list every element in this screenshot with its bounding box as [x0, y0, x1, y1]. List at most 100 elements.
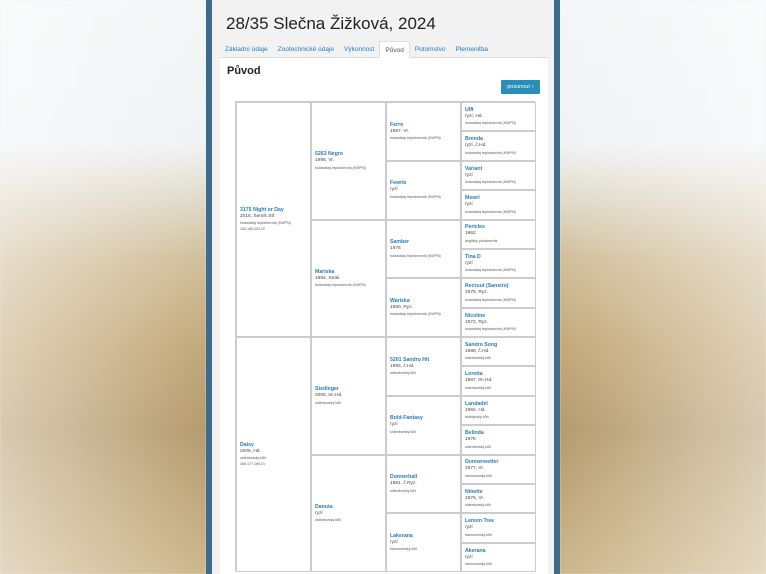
horse-breed: holandský teplokrevník (KWPN) [465, 180, 516, 185]
tab-pedigree[interactable]: Původ [379, 41, 410, 58]
horse-name-link[interactable]: Mewri [465, 195, 535, 202]
frame-edge-right [554, 0, 560, 574]
pedigree-cell: Stedinger 2000, tm.Hd. oldenburský kůň [311, 337, 386, 455]
section-heading: Původ [227, 65, 261, 77]
horse-name-link[interactable]: 3175 Night or Day [240, 207, 310, 214]
horse-measurements: 183,169,202,22 [240, 227, 265, 232]
pedigree-tree: 3175 Night or Day 2015, Šemík Stř. holands… [235, 101, 536, 572]
horse-name-link[interactable]: Mariska [315, 269, 385, 276]
pedigree-cell: Lakerana ryzí hannoverský kůň [386, 513, 461, 572]
horse-breed: holandský teplokrevník (KWPN) [390, 136, 441, 141]
horse-name-link[interactable]: 5201 Sandro Hit [390, 357, 460, 364]
tab-performance[interactable]: Výkonnost [339, 41, 379, 58]
pedigree-cell: Belinda 1976 oldenburský kůň [461, 425, 536, 455]
pedigree-cell: 5263 Negro 1995, Vr. holandský teplokrevní… [311, 102, 386, 220]
horse-breed: oldenburský kůň [465, 444, 492, 449]
pedigree-cell: Sandro Song 1988, č.Hd. oldenburský kůň [461, 337, 536, 367]
horse-breed: oldenburský kůň [315, 400, 342, 405]
horse-name-link[interactable]: Nicoline [465, 313, 535, 320]
horse-breed: holandský teplokrevník (KWPN) [465, 297, 516, 302]
pedigree-cell: Ninette 1976, Vr. oldenburský kůň [461, 483, 536, 514]
horse-breed: holštýnský kůň [465, 415, 489, 420]
horse-breed: oldenburský kůň [315, 518, 342, 522]
horse-name-link[interactable]: Belinda [465, 430, 535, 437]
pedigree-cell: Daisy 2005, Hd. oldenburský kůň 160,177,169… [236, 337, 311, 572]
horse-breed: holandský teplokrevník (KWPN) [465, 209, 516, 214]
pedigree-cell: Ferro 1987, Vr. holandský teplokrevník (KW… [386, 102, 461, 161]
tab-offspring[interactable]: Potomstvo [410, 41, 451, 58]
horse-name-link[interactable]: Ferro [390, 122, 460, 129]
pedigree-cell: Donnerhall 1981, č.Ryz. oldenburský kůň [386, 454, 461, 514]
tab-breeding[interactable]: Plemenitba [451, 41, 494, 58]
page-title: 28/35 Slečna Žižková, 2024 [226, 14, 436, 33]
horse-breed: hannoverský kůň [465, 562, 493, 567]
horse-name-link[interactable]: Variant [465, 166, 535, 173]
horse-breed: holandský teplokrevník (KWPN) [390, 253, 441, 258]
horse-name-link[interactable]: Ulft [465, 107, 535, 114]
pedigree-cell: Fewrie ryzí holandský teplokrevník (KWPN) [386, 160, 461, 220]
pedigree-cell: Nicoline 1972, Ryz. holandský teplokrevník… [461, 307, 536, 337]
horse-breed: holandský teplokrevník (KWPN) [390, 312, 441, 317]
pedigree-cell: Pericles 1962 anglický plnokrevník [461, 219, 536, 249]
pedigree-cell: Wariska 1980, Ryz. holandský teplokrevník … [386, 278, 461, 337]
tab-bar: Základní údaje Zootechnické údaje Výkonn… [220, 41, 548, 58]
pedigree-cell: Variant ryzí holandský teplokrevník (KWPN) [461, 160, 536, 191]
horse-breed: hannoverský kůň [465, 532, 493, 537]
horse-name-link[interactable]: Landadel [465, 401, 535, 408]
pedigree-cell: Mariska 1994, Strak holandský teplokrevník… [311, 219, 386, 337]
pedigree-cell: Samber 1976 holandský teplokrevník (KWPN) [386, 219, 461, 279]
horse-name-link[interactable]: Ninette [465, 489, 535, 496]
horse-breed: oldenburský kůň [390, 488, 417, 493]
pedigree-cell: Donnerwetter 1977, Vr. hannoverský kůň [461, 454, 536, 484]
pedigree-cell: Bold-Fantasy ryzí oldenburský kůň [386, 395, 461, 455]
pedigree-cell: Recruut (Sansiro) 1975, Ryz. holandský tep… [461, 278, 536, 308]
pedigree-cell: Landadel 1982, Hd. holštýnský kůň [461, 395, 536, 426]
horse-breed: hannoverský kůň [465, 473, 493, 478]
horse-breed: anglický plnokrevník [465, 238, 498, 243]
background-left [0, 0, 206, 574]
pedigree-cell: Brenda ryzí, č.Hd. holandský teplokrevník … [461, 131, 536, 161]
pedigree-cell: Danuta ryzí oldenburský kůň [311, 454, 386, 572]
pedigree-cell: 5201 Sandro Hit 1993, č.Hd. oldenburský ků… [386, 337, 461, 396]
horse-name-link[interactable]: 5263 Negro [315, 151, 385, 158]
pedigree-cell: 3175 Night or Day 2015, Šemík Stř. holands… [236, 102, 311, 337]
horse-measurements: 160,177,169,21 [240, 462, 265, 467]
horse-name-link[interactable]: Lakerana [390, 533, 460, 540]
horse-name-link[interactable]: Akerana [465, 548, 535, 555]
horse-name-link[interactable]: Daisy [240, 442, 310, 449]
horse-breed: oldenburský kůň [465, 356, 492, 361]
shift-button-label: posunout [507, 84, 530, 90]
horse-breed: oldenburský kůň [465, 385, 492, 390]
horse-breed: holandský teplokrevník (KWPN) [465, 327, 516, 332]
horse-name-link[interactable]: Bold-Fantasy [390, 415, 460, 422]
horse-name-link[interactable]: Lemon Tree [465, 518, 535, 525]
horse-breed: oldenburský kůň [390, 371, 417, 376]
horse-name-link[interactable]: Wariska [390, 298, 460, 305]
horse-breed: holandský teplokrevník (KWPN) [465, 121, 516, 126]
background-right [560, 0, 766, 574]
horse-name-link[interactable]: Stedinger [315, 386, 385, 393]
pedigree-cell: Ulft ryzí, Hd. holandský teplokrevník (KWP… [461, 102, 536, 132]
horse-breed: holandský teplokrevník (KWPN) [465, 268, 516, 273]
horse-breed: holandský teplokrevník (KWPN) [315, 283, 366, 287]
horse-name-link[interactable]: Tina D [465, 254, 535, 261]
pedigree-cell: Mewri ryzí holandský teplokrevník (KWPN) [461, 190, 536, 220]
horse-breed: hannoverský kůň [390, 547, 418, 552]
horse-breed: holandský teplokrevník (KWPN) [390, 194, 441, 199]
horse-name-link[interactable]: Danuta [315, 504, 385, 511]
pedigree-card: Původ posunout › 3175 Night or Day 2015, … [220, 58, 548, 574]
pedigree-cell: Loretta 1987, tm.Hd. oldenburský kůň [461, 366, 536, 396]
content-panel: 28/35 Slečna Žižková, 2024 Základní údaj… [212, 0, 554, 574]
horse-name-link[interactable]: Sandro Song [465, 342, 535, 349]
horse-breed: holandský teplokrevník (KWPN) [465, 150, 516, 155]
pedigree-cell: Tina Dryzí holandský teplokrevník (KWPN) [461, 248, 536, 279]
chevron-right-icon: › [531, 84, 534, 90]
horse-breed: oldenburský kůň [390, 429, 417, 434]
pedigree-cell: Akerana ryzí hannoverský kůň [461, 542, 536, 572]
tab-basic-info[interactable]: Základní údaje [220, 41, 273, 58]
shift-button[interactable]: posunout › [501, 80, 540, 94]
horse-name-link[interactable]: Fewrie [390, 180, 460, 187]
tab-zootechnical[interactable]: Zootechnické údaje [273, 41, 339, 58]
pedigree-cell: Lemon Tree ryzí hannoverský kůň [461, 513, 536, 543]
horse-breed: holandský teplokrevník (KWPN) [315, 165, 366, 170]
